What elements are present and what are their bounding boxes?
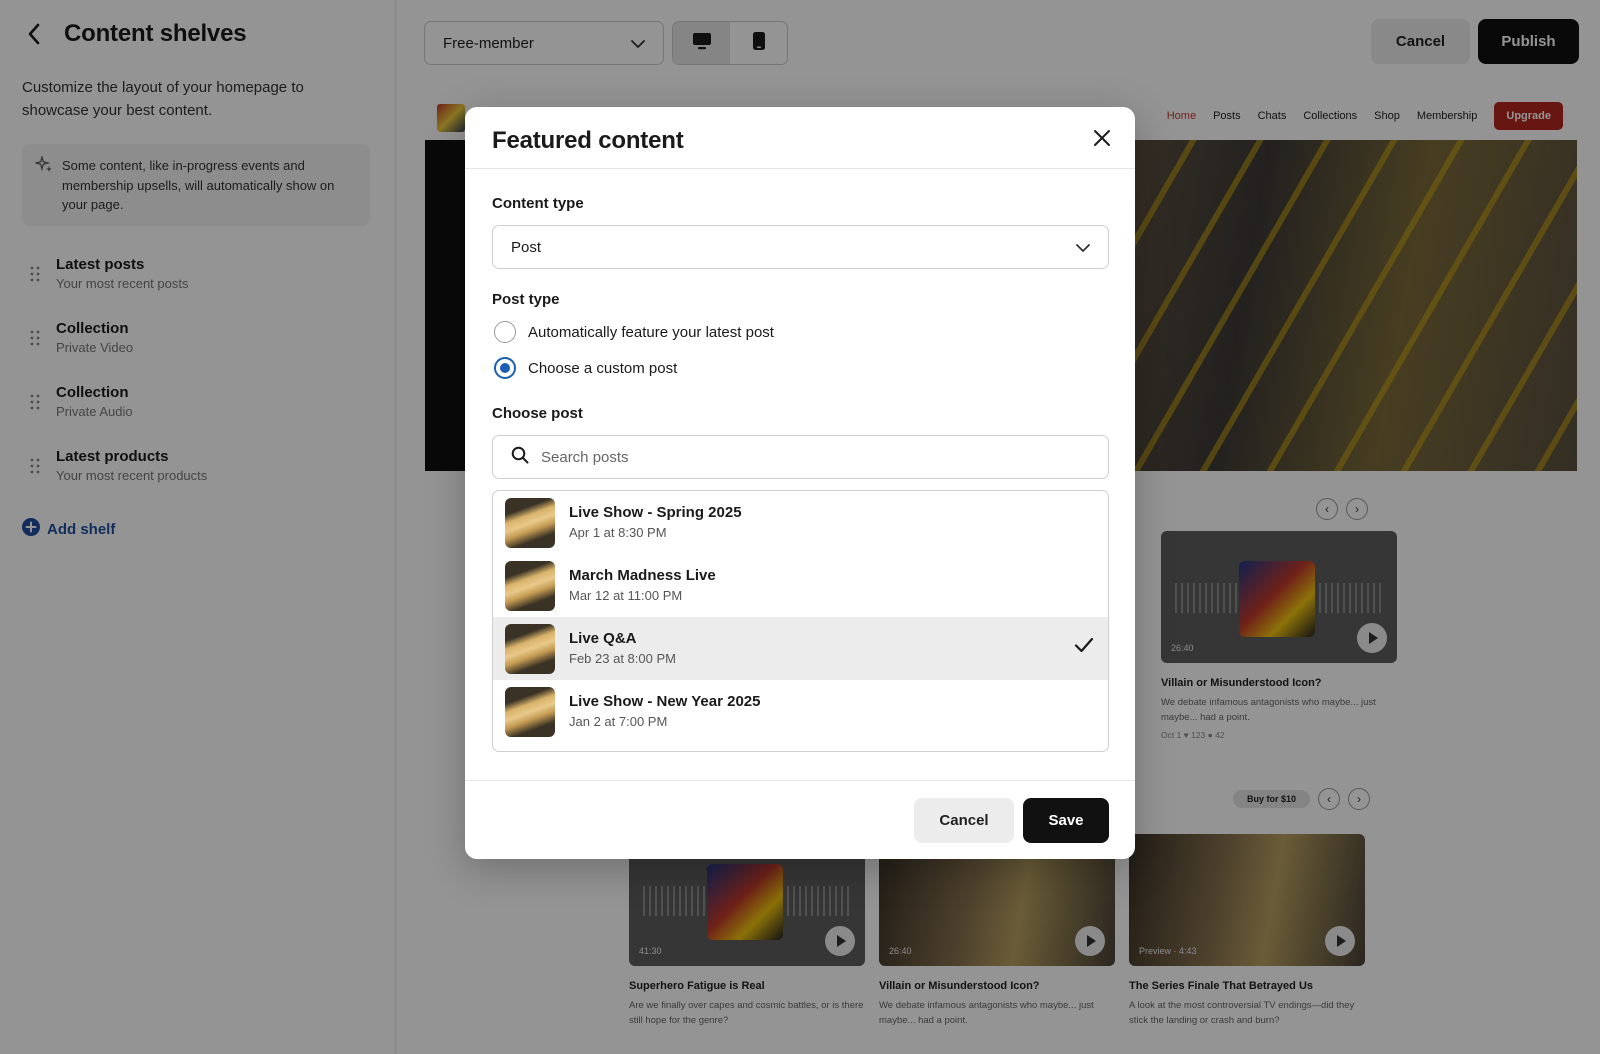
post-thumbnail (505, 623, 555, 674)
post-list: Live Show - Spring 2025 Apr 1 at 8:30 PM … (492, 490, 1109, 752)
post-title: Live Show - New Year 2025 (569, 692, 761, 710)
cancel-button[interactable]: Cancel (914, 798, 1014, 843)
search-input[interactable] (541, 448, 1090, 466)
post-option[interactable]: Live Show - Spring 2025 Apr 1 at 8:30 PM (493, 491, 1108, 554)
radio-custom-post[interactable]: Choose a custom post (494, 357, 677, 379)
choose-post-label: Choose post (492, 405, 583, 422)
post-option[interactable]: Live Show - New Year 2025 Jan 2 at 7:00 P… (493, 680, 1108, 743)
radio-button[interactable] (494, 321, 516, 343)
search-posts-field[interactable] (492, 435, 1109, 479)
modal-header: Featured content (465, 107, 1135, 169)
post-thumbnail (505, 560, 555, 611)
post-title: Live Q&A (569, 629, 637, 647)
featured-content-modal: Featured content Content type Post Post … (465, 107, 1135, 859)
checkmark-icon (1074, 637, 1094, 658)
radio-label: Choose a custom post (528, 359, 678, 377)
post-date: Apr 1 at 8:30 PM (569, 524, 667, 540)
content-type-label: Content type (492, 195, 584, 212)
post-thumbnail (505, 497, 555, 548)
close-icon[interactable] (1089, 125, 1115, 151)
post-type-label: Post type (492, 291, 560, 308)
radio-button-selected[interactable] (494, 357, 516, 379)
chevron-down-icon (1076, 239, 1090, 256)
modal-footer-divider (465, 780, 1135, 781)
search-icon (511, 446, 529, 469)
post-title: March Madness Live (569, 566, 716, 584)
save-button[interactable]: Save (1023, 798, 1109, 843)
content-type-value: Post (511, 238, 542, 256)
radio-auto-latest-post[interactable]: Automatically feature your latest post (494, 321, 774, 343)
modal-title: Featured content (492, 127, 684, 154)
content-type-select[interactable]: Post (492, 225, 1109, 269)
post-title: Live Show - Spring 2025 (569, 503, 742, 521)
post-option-selected[interactable]: Live Q&A Feb 23 at 8:00 PM (493, 617, 1108, 680)
post-date: Mar 12 at 11:00 PM (569, 587, 683, 603)
post-date: Feb 23 at 8:00 PM (569, 650, 676, 666)
post-thumbnail (505, 686, 555, 737)
post-date: Jan 2 at 7:00 PM (569, 713, 668, 729)
post-option[interactable]: March Madness Live Mar 12 at 11:00 PM (493, 554, 1108, 617)
radio-label: Automatically feature your latest post (528, 323, 774, 341)
